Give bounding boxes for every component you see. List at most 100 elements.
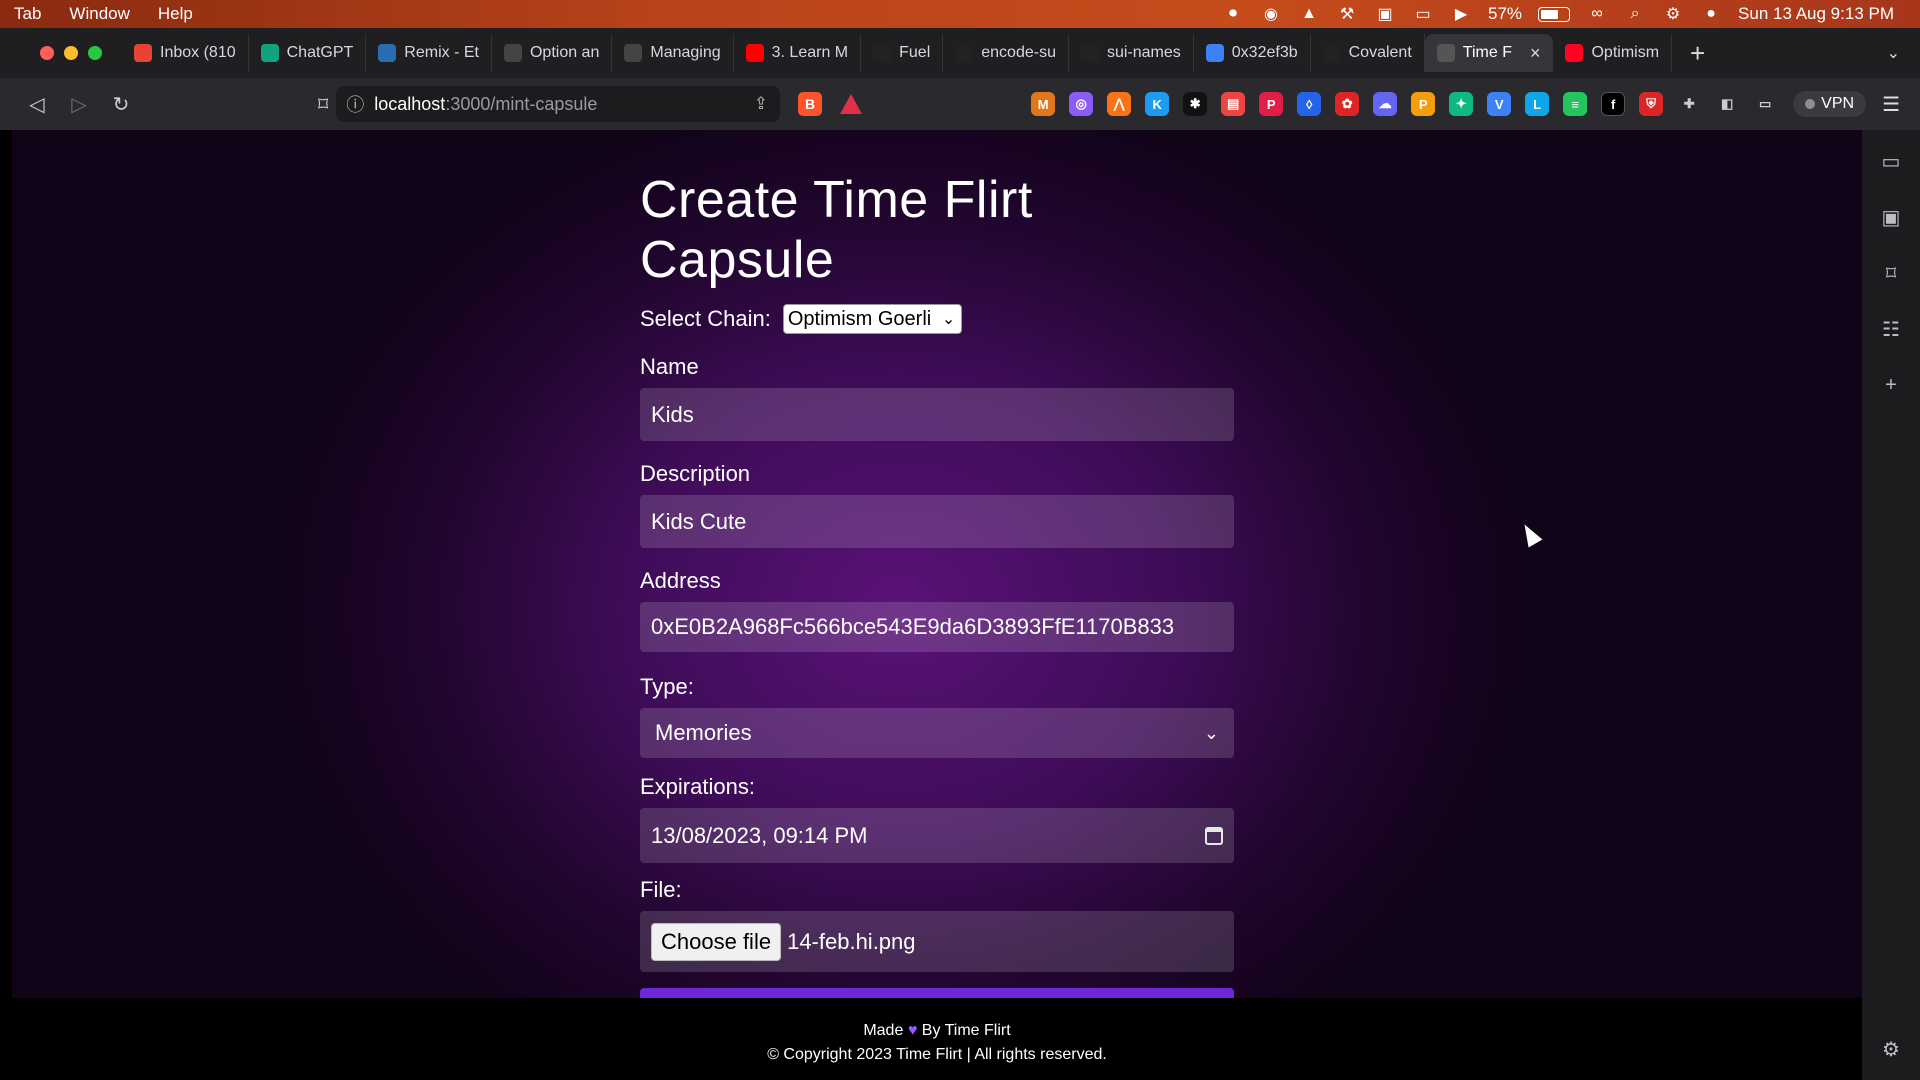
footer-made-prefix: Made — [863, 1022, 904, 1039]
address-input[interactable]: 0xE0B2A968Fc566bce543E9da6D3893FfE1170B8… — [640, 602, 1234, 652]
menu-help[interactable]: Help — [144, 4, 207, 24]
extension-colorwheel-icon[interactable]: ✦ — [1449, 92, 1474, 116]
browser-tab[interactable]: encode-su — [943, 34, 1069, 72]
search-icon[interactable]: ⌕ — [1624, 5, 1646, 23]
chevron-down-icon: ⌄ — [941, 311, 956, 328]
new-tab-button[interactable]: + — [1672, 38, 1723, 69]
extension-gift-icon[interactable]: ✿ — [1335, 92, 1360, 116]
browser-tab[interactable]: Optimism — [1553, 34, 1673, 72]
browser-tab[interactable]: Remix - Et — [366, 34, 492, 72]
browser-tab[interactable]: Time F × — [1424, 34, 1554, 72]
browser-tab[interactable]: Option an — [492, 34, 613, 72]
browser-tab[interactable]: 0x32ef3b — [1194, 34, 1311, 72]
name-input[interactable]: Kids — [640, 388, 1234, 441]
minimize-window-button[interactable] — [64, 46, 78, 60]
extensions-puzzle-icon[interactable]: ✚ — [1677, 92, 1701, 116]
browser-tab[interactable]: ChatGPT — [249, 34, 367, 72]
back-button[interactable]: ◁ — [20, 87, 54, 121]
expiration-value: 13/08/2023, 09:14 PM — [651, 822, 868, 848]
extension-red-icon[interactable]: ▤ — [1221, 92, 1246, 116]
sidebar-toggle-icon[interactable]: ◧ — [1715, 92, 1739, 116]
hat-icon[interactable]: ▲ — [1298, 5, 1320, 23]
gear-icon[interactable]: ⚙ — [1878, 1036, 1904, 1062]
choose-file-button[interactable]: Choose file — [651, 922, 782, 961]
add-sidebar-icon[interactable]: + — [1878, 372, 1904, 398]
chrome-notification-icon[interactable]: ◉ — [1260, 5, 1282, 23]
menu-tab[interactable]: Tab — [0, 4, 55, 24]
footer-made-by: Made ♥ By Time Flirt — [12, 1022, 1862, 1040]
tab-title: Option an — [529, 44, 600, 61]
type-select[interactable]: Memories ⌄ — [640, 708, 1234, 758]
extension-f-icon[interactable]: f — [1601, 92, 1626, 116]
video-icon[interactable]: ▭ — [1878, 148, 1904, 174]
brave-shields-icon[interactable]: B — [798, 92, 822, 116]
reading-list-icon[interactable]: ☷ — [1878, 316, 1904, 342]
chevron-down-icon: ⌄ — [1203, 722, 1219, 743]
bookmark-icon[interactable]: ⌑ — [318, 92, 328, 117]
url-host: localhost — [374, 93, 446, 114]
brave-rewards-icon[interactable] — [840, 94, 862, 114]
extension-cloud-icon[interactable]: ☁ — [1373, 92, 1398, 116]
extension-p2-icon[interactable]: P — [1411, 92, 1436, 116]
browser-tab[interactable]: Inbox (810 — [122, 34, 249, 72]
browser-tab[interactable]: sui-names — [1069, 34, 1194, 72]
tab-title: encode-su — [981, 44, 1056, 61]
vpn-button[interactable]: VPN — [1793, 91, 1867, 117]
address-label: Address — [640, 568, 721, 593]
battery-icon[interactable] — [1538, 6, 1571, 22]
bookmarks-sidebar-icon[interactable]: ⌑ — [1878, 260, 1904, 286]
reload-button[interactable]: ↻ — [104, 87, 138, 121]
close-window-button[interactable] — [40, 46, 54, 60]
tools-icon[interactable]: ⚒ — [1336, 5, 1358, 23]
play-icon[interactable]: ▶ — [1450, 5, 1472, 23]
forward-button[interactable]: ▷ — [62, 87, 96, 121]
extension-shield-icon[interactable]: ⛨ — [1639, 92, 1664, 116]
browser-tab[interactable]: 3. Learn M — [734, 34, 862, 72]
address-bar[interactable]: ⌑ ⓘ localhost:3000/mint-capsule ⇪ — [318, 86, 780, 122]
extension-drop-icon[interactable]: ◊ — [1297, 92, 1322, 116]
extension-star-icon[interactable]: ✱ — [1183, 92, 1208, 116]
globe-icon — [1436, 44, 1455, 62]
siri-icon[interactable]: ● — [1700, 5, 1722, 23]
display-icon[interactable]: ▭ — [1412, 5, 1434, 23]
calendar-icon[interactable] — [1205, 826, 1223, 845]
description-label: Description — [640, 461, 751, 486]
type-value: Memories — [655, 720, 752, 745]
share-icon[interactable]: ⇪ — [754, 94, 768, 114]
browser-tab[interactable]: Fuel — [861, 34, 944, 72]
wallet-icon[interactable]: ▭ — [1753, 92, 1777, 116]
extension-v-icon[interactable]: V — [1487, 92, 1512, 116]
extension-ld-icon[interactable]: L — [1525, 92, 1550, 116]
document-icon — [624, 44, 643, 62]
chain-select[interactable]: Optimism Goerli ⌄ — [782, 304, 963, 334]
extension-k-icon[interactable]: K — [1145, 92, 1170, 116]
tab-title: Managing — [650, 44, 721, 61]
expiration-input[interactable]: 13/08/2023, 09:14 PM — [640, 808, 1234, 863]
tab-strip: Inbox (810 ChatGPT Remix - Et Option an Mana… — [0, 28, 1920, 78]
chain-value: Optimism Goerli — [787, 307, 932, 330]
close-tab-icon[interactable]: × — [1530, 43, 1541, 64]
extension-purple-icon[interactable]: ◎ — [1069, 92, 1094, 116]
extension-layers-icon[interactable]: ≡ — [1563, 92, 1588, 116]
browser-tab[interactable]: Covalent — [1311, 34, 1425, 72]
metamask-icon[interactable]: M — [1031, 92, 1056, 116]
extension-p-icon[interactable]: P — [1259, 92, 1284, 116]
tab-list-chevron-icon[interactable]: ⌄ — [1887, 43, 1900, 63]
browser-tab[interactable]: Managing — [612, 34, 734, 72]
chain-label: Select Chain: — [640, 306, 771, 331]
maximize-window-button[interactable] — [88, 46, 102, 60]
tab-title: 3. Learn M — [771, 44, 849, 61]
wallet-sidebar-icon[interactable]: ▣ — [1878, 204, 1904, 230]
vpn-status-icon — [1805, 99, 1816, 109]
extension-orange-icon[interactable]: ⋀ — [1107, 92, 1132, 116]
site-info-icon[interactable]: ⓘ — [346, 91, 364, 117]
description-input[interactable]: Kids Cute — [640, 495, 1234, 548]
control-center-icon[interactable]: ⚙ — [1662, 5, 1684, 23]
menu-window[interactable]: Window — [55, 4, 143, 24]
menu-datetime[interactable]: Sun 13 Aug 9:13 PM — [1738, 4, 1894, 24]
record-icon[interactable]: ⏺ — [1222, 5, 1244, 23]
link-icon[interactable]: ∞ — [1586, 5, 1608, 23]
mouse-cursor-icon — [1517, 520, 1543, 548]
screen-share-icon[interactable]: ▣ — [1374, 5, 1396, 23]
menu-icon[interactable]: ☰ — [1882, 92, 1900, 117]
